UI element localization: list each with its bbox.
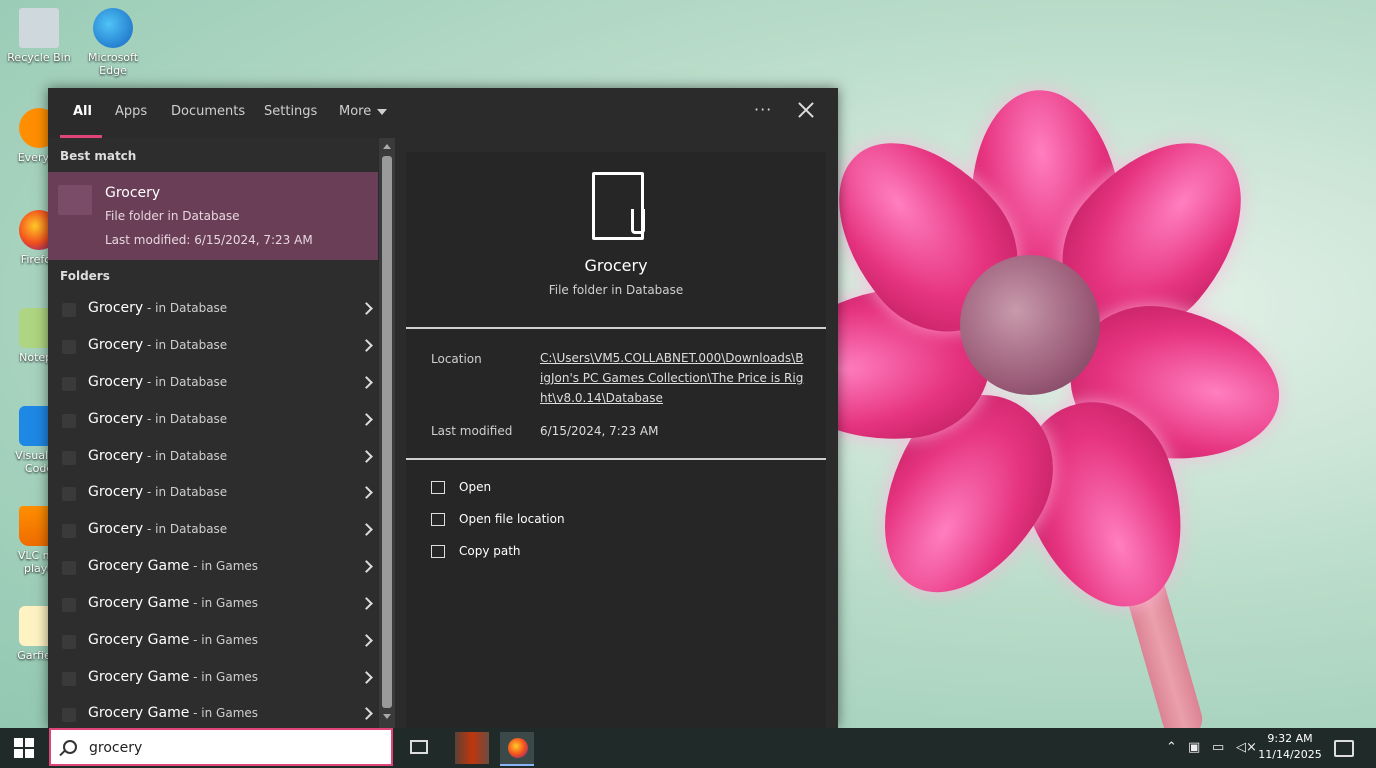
folders-heading: Folders (60, 269, 110, 283)
chevron-right-icon[interactable] (360, 450, 373, 463)
chevron-right-icon[interactable] (360, 597, 373, 610)
list-item[interactable]: Grocery Game - in Games (48, 697, 378, 728)
chevron-right-icon[interactable] (360, 671, 373, 684)
chevron-right-icon[interactable] (360, 707, 373, 720)
chevron-right-icon[interactable] (360, 634, 373, 647)
divider (406, 327, 826, 329)
scroll-up-icon[interactable] (383, 144, 391, 149)
game-app-icon[interactable] (455, 732, 489, 764)
folder-icon (62, 340, 76, 354)
best-match-heading: Best match (60, 149, 137, 163)
last-modified-label: Last modified (431, 424, 513, 438)
tab-more[interactable]: More (339, 104, 388, 119)
list-item[interactable]: Grocery Game - in Games (48, 587, 378, 623)
clock[interactable]: 9:32 AM 11/14/2025 (1258, 731, 1322, 763)
network-icon[interactable]: ▭ (1212, 740, 1224, 755)
scrollbar-thumb[interactable] (382, 156, 392, 708)
folder-icon (62, 451, 76, 465)
folder-icon (62, 598, 76, 612)
chevron-right-icon[interactable] (360, 302, 373, 315)
firefox-taskbar-button[interactable] (500, 732, 534, 766)
chevron-right-icon[interactable] (360, 560, 373, 573)
list-item[interactable]: Grocery Game - in Games (48, 550, 378, 586)
preview-pane: Grocery File folder in Database Location… (406, 152, 826, 728)
search-tabs: All Apps Documents Settings More ··· (48, 88, 838, 138)
desktop-icon-recycle-bin[interactable]: Recycle Bin (4, 8, 74, 64)
chevron-up-icon[interactable]: ⌃ (1166, 740, 1177, 755)
desktop-icon-edge[interactable]: Microsoft Edge (78, 8, 148, 77)
close-icon[interactable] (796, 100, 816, 120)
divider (406, 458, 826, 460)
list-item[interactable]: Grocery Game - in Games (48, 661, 378, 697)
results-list: Best match Grocery File folder in Databa… (48, 138, 378, 728)
more-options-icon[interactable]: ··· (754, 100, 772, 119)
location-link[interactable]: C:\Users\VM5.COLLABNET.000\Downloads\Big… (540, 348, 805, 408)
list-item[interactable]: Grocery - in Database (48, 440, 378, 476)
start-button[interactable] (14, 738, 34, 758)
volume-muted-icon[interactable]: ◁× (1236, 740, 1257, 755)
notification-icon[interactable] (1334, 740, 1354, 757)
chevron-right-icon[interactable] (360, 339, 373, 352)
best-match-subtitle: File folder in Database (105, 209, 240, 223)
tab-all[interactable]: All (73, 104, 92, 119)
search-panel: All Apps Documents Settings More ··· Bes… (48, 88, 838, 728)
folder-icon (62, 524, 76, 538)
open-file-location-action[interactable]: Open file location (431, 512, 565, 526)
search-icon (63, 740, 77, 754)
list-item[interactable]: Grocery - in Database (48, 329, 378, 365)
tab-documents[interactable]: Documents (171, 104, 245, 119)
search-query[interactable]: grocery (89, 740, 142, 756)
folder-icon (62, 303, 76, 317)
folder-icon (62, 708, 76, 722)
folder-icon (62, 635, 76, 649)
scroll-down-icon[interactable] (383, 714, 391, 719)
recycle-bin-icon (19, 8, 59, 48)
chevron-right-icon[interactable] (360, 413, 373, 426)
list-item[interactable]: Grocery - in Database (48, 366, 378, 402)
open-action[interactable]: Open (431, 480, 491, 494)
best-match-modified: Last modified: 6/15/2024, 7:23 AM (105, 233, 313, 247)
folder-icon (62, 414, 76, 428)
tab-apps[interactable]: Apps (115, 104, 147, 119)
copy-path-action[interactable]: Copy path (431, 544, 521, 558)
taskbar: grocery ⌃ ▣ ▭ ◁× 9:32 AM 11/14/2025 (0, 728, 1376, 768)
security-icon[interactable]: ▣ (1188, 740, 1200, 755)
list-item[interactable]: Grocery Game - in Games (48, 624, 378, 660)
folder-icon (62, 377, 76, 391)
chevron-right-icon[interactable] (360, 523, 373, 536)
location-label: Location (431, 352, 482, 366)
folder-icon (62, 561, 76, 575)
last-modified-value: 6/15/2024, 7:23 AM (540, 424, 659, 438)
list-item[interactable]: Grocery - in Database (48, 476, 378, 512)
wallpaper-flower (773, 83, 1292, 630)
taskbar-search-input[interactable]: grocery (49, 728, 393, 766)
folder-open-icon (431, 513, 445, 526)
chevron-right-icon[interactable] (360, 376, 373, 389)
folder-large-icon (592, 172, 645, 240)
list-item[interactable]: Grocery - in Database (48, 292, 378, 328)
chevron-down-icon (377, 108, 388, 115)
tab-settings[interactable]: Settings (264, 104, 317, 119)
copy-icon (431, 545, 445, 558)
folder-icon (58, 185, 92, 215)
edge-icon (93, 8, 133, 48)
preview-subtitle: File folder in Database (548, 283, 684, 297)
preview-title: Grocery (584, 256, 648, 275)
best-match-item[interactable]: Grocery File folder in Database Last mod… (48, 172, 378, 260)
task-view-icon[interactable] (410, 740, 428, 754)
folder-icon (62, 672, 76, 686)
list-item[interactable]: Grocery - in Database (48, 403, 378, 439)
list-item[interactable]: Grocery - in Database (48, 513, 378, 549)
folder-icon (62, 487, 76, 501)
results-scrollbar[interactable] (379, 138, 395, 728)
open-icon (431, 481, 445, 494)
best-match-title: Grocery (105, 185, 161, 201)
firefox-icon (508, 738, 528, 758)
chevron-right-icon[interactable] (360, 486, 373, 499)
